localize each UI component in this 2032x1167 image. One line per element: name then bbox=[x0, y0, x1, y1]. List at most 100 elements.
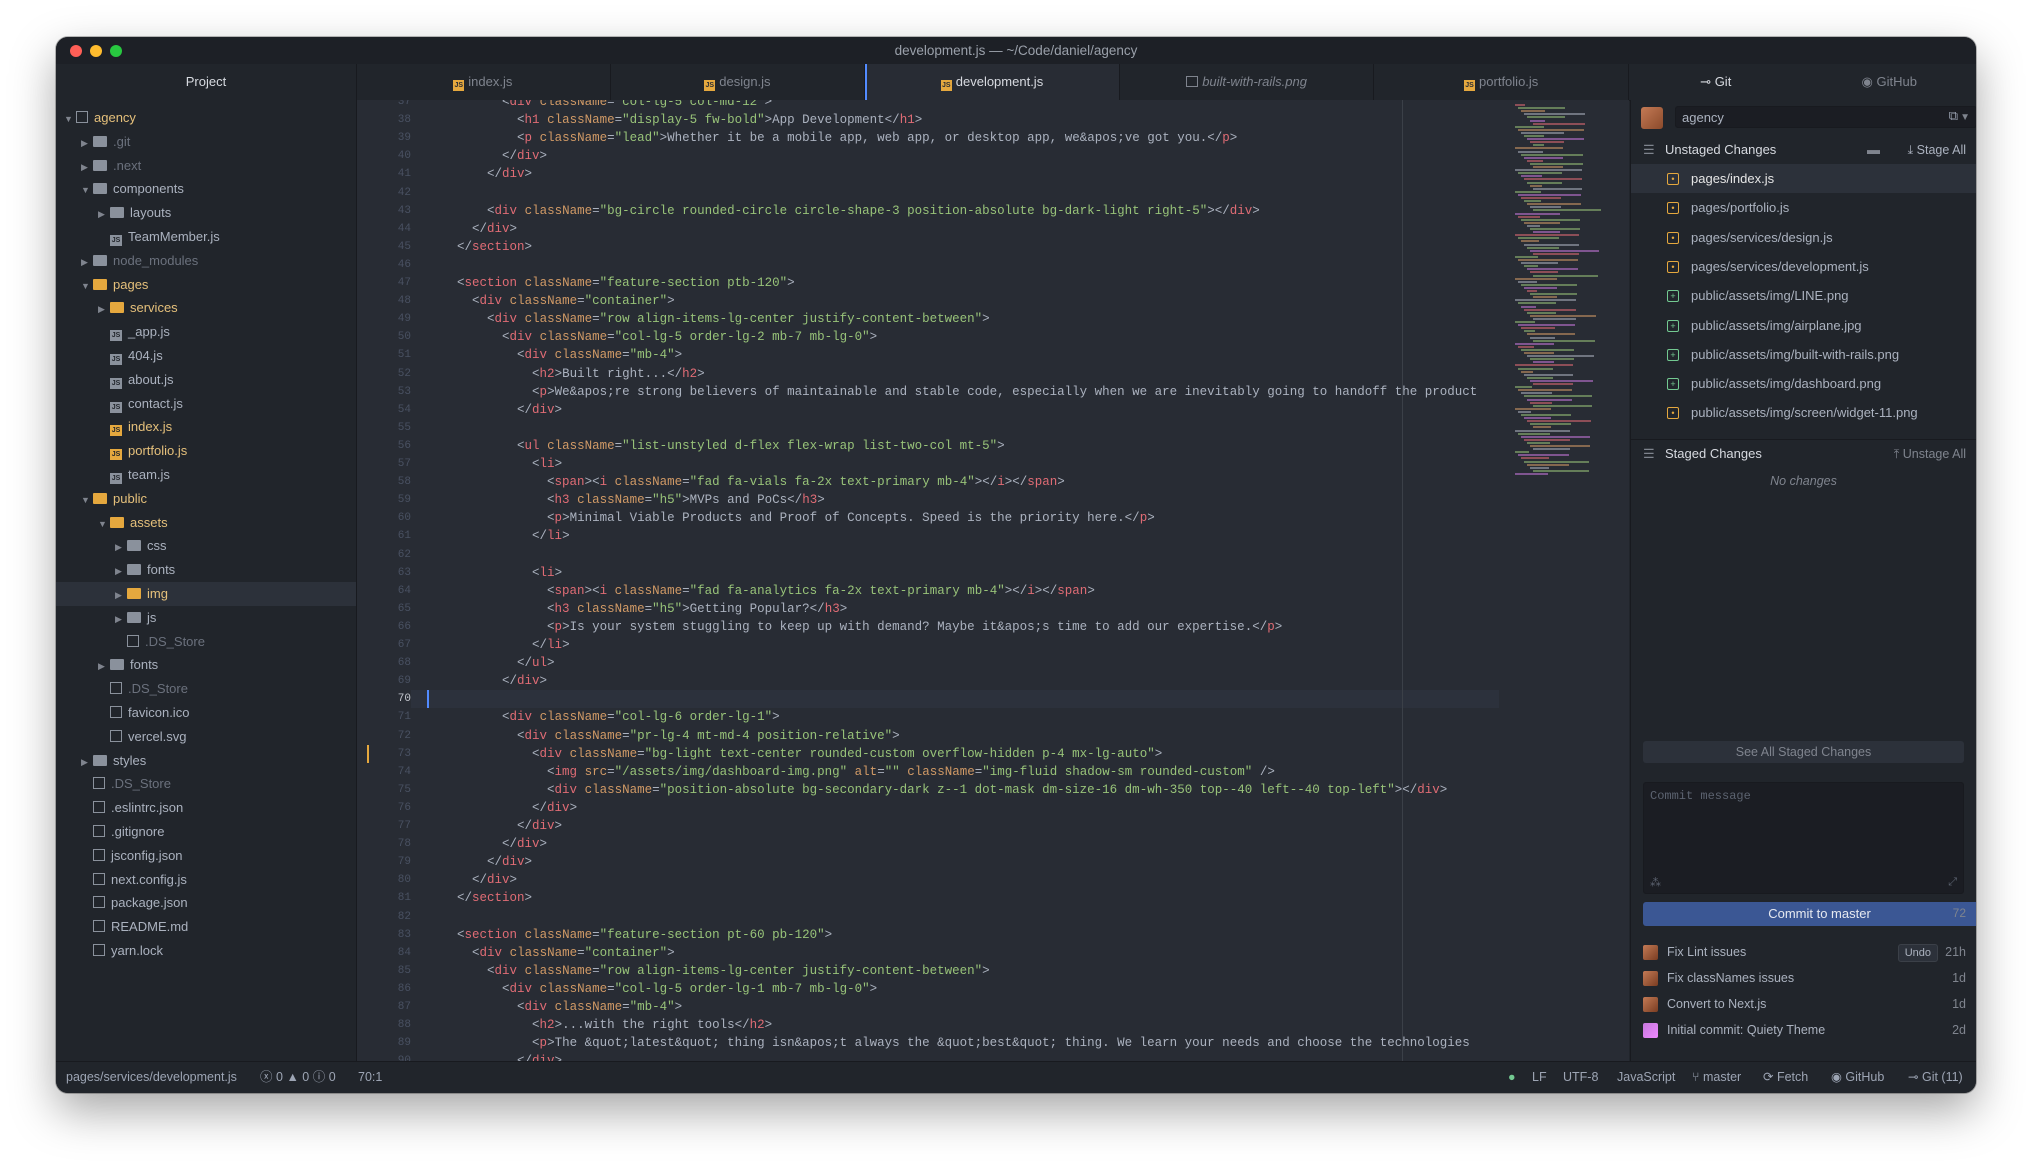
close-window-button[interactable] bbox=[70, 45, 82, 57]
co-author-icon[interactable]: ⁂ bbox=[1650, 876, 1661, 889]
tree-item[interactable]: ▶ css bbox=[56, 534, 356, 558]
line-number[interactable]: 56 bbox=[371, 437, 411, 455]
code-line[interactable]: <section className="feature-section ptb-… bbox=[427, 274, 795, 292]
tree-item[interactable]: ▼ pages bbox=[56, 273, 356, 297]
unstage-all-button[interactable]: ⤒ Unstage All bbox=[1894, 440, 1966, 468]
tree-item[interactable]: JS about.js bbox=[56, 368, 356, 392]
branch-selector[interactable]: ⑂ master bbox=[1692, 1062, 1741, 1093]
line-number[interactable]: 80 bbox=[371, 871, 411, 889]
line-number[interactable]: 41 bbox=[371, 165, 411, 183]
tree-item[interactable]: .DS_Store bbox=[56, 677, 356, 701]
line-number[interactable]: 46 bbox=[371, 256, 411, 274]
tree-item[interactable]: ▼ components bbox=[56, 177, 356, 201]
chevron-down-icon[interactable]: ▼ bbox=[81, 274, 93, 298]
code-line[interactable]: </li> bbox=[427, 636, 570, 654]
line-number[interactable]: 58 bbox=[371, 473, 411, 491]
code-line[interactable]: <div className="row align-items-lg-cente… bbox=[427, 962, 990, 980]
tree-item[interactable]: ▶ fonts bbox=[56, 653, 356, 677]
tree-item[interactable]: ▼ assets bbox=[56, 511, 356, 535]
tree-item[interactable]: ▶ img bbox=[56, 582, 356, 606]
line-number[interactable]: 75 bbox=[371, 781, 411, 799]
tab-development-js[interactable]: JS development.js bbox=[865, 64, 1120, 100]
code-line[interactable]: </section> bbox=[427, 238, 532, 256]
tree-item[interactable]: ▼ agency bbox=[56, 106, 356, 130]
tree-item[interactable]: ▶ node_modules bbox=[56, 249, 356, 273]
code-line[interactable]: <h1 className="display-5 fw-bold">App De… bbox=[427, 111, 922, 129]
code-line[interactable]: </section> bbox=[427, 889, 532, 907]
code-line[interactable]: <div className="container"> bbox=[427, 292, 675, 310]
tree-item[interactable]: ▶ fonts bbox=[56, 558, 356, 582]
code-line[interactable]: <img src="/assets/img/dashboard-img.png"… bbox=[427, 763, 1275, 781]
undo-commit-button[interactable]: Undo bbox=[1897, 944, 1938, 962]
code-line[interactable]: </div> bbox=[427, 672, 547, 690]
code-line[interactable]: <div className="col-lg-5 col-md-12"> bbox=[427, 100, 772, 111]
list-icon[interactable]: ☰ bbox=[1643, 440, 1655, 468]
code-line[interactable]: </div> bbox=[427, 220, 517, 238]
project-panel-title[interactable]: Project bbox=[56, 64, 357, 100]
line-number[interactable]: 82 bbox=[371, 908, 411, 926]
unstaged-file[interactable]: + public/assets/img/LINE.png bbox=[1631, 281, 1976, 310]
unstaged-file[interactable]: + public/assets/img/airplane.jpg bbox=[1631, 311, 1976, 340]
code-line[interactable]: </ul> bbox=[427, 654, 555, 672]
tree-item[interactable]: ▶ .git bbox=[56, 130, 356, 154]
tree-item[interactable]: .DS_Store bbox=[56, 630, 356, 654]
line-number[interactable]: 60 bbox=[371, 509, 411, 527]
zoom-window-button[interactable] bbox=[110, 45, 122, 57]
diagnostics[interactable]: ⓧ 0 ▲ 0 ⓘ 0 bbox=[260, 1062, 336, 1093]
code-area[interactable]: <div className="col-lg-5 col-md-12"> <h1… bbox=[427, 100, 1499, 1062]
line-number[interactable]: 81 bbox=[371, 889, 411, 907]
code-line[interactable]: <div className="bg-light text-center rou… bbox=[427, 745, 1162, 763]
line-number[interactable]: 44 bbox=[371, 220, 411, 238]
unstaged-file[interactable]: + public/assets/img/built-with-rails.png bbox=[1631, 340, 1976, 369]
unstaged-file[interactable]: • pages/services/design.js bbox=[1631, 223, 1976, 252]
line-number[interactable]: 89 bbox=[371, 1034, 411, 1052]
fetch-button[interactable]: ⟳ Fetch bbox=[1763, 1062, 1808, 1093]
line-number[interactable]: 77 bbox=[371, 817, 411, 835]
line-number[interactable]: 88 bbox=[371, 1016, 411, 1034]
list-icon[interactable]: ☰ bbox=[1643, 136, 1655, 164]
line-number[interactable]: 73 bbox=[371, 745, 411, 763]
line-number[interactable]: 54 bbox=[371, 401, 411, 419]
tree-item[interactable]: JS 404.js bbox=[56, 344, 356, 368]
line-number[interactable]: 52 bbox=[371, 365, 411, 383]
line-number[interactable]: 59 bbox=[371, 491, 411, 509]
tree-item[interactable]: ▶ styles bbox=[56, 749, 356, 773]
commit-history-item[interactable]: Fix Lint issues 21h Undo bbox=[1631, 939, 1976, 965]
code-line[interactable]: <div className="row align-items-lg-cente… bbox=[427, 310, 990, 328]
unstaged-file[interactable]: • pages/index.js bbox=[1631, 164, 1976, 193]
line-number[interactable]: 49 bbox=[371, 310, 411, 328]
code-line[interactable]: <div className="pr-lg-4 mt-md-4 position… bbox=[427, 727, 900, 745]
line-number[interactable]: 61 bbox=[371, 527, 411, 545]
tree-item[interactable]: ▶ .next bbox=[56, 154, 356, 178]
line-number[interactable]: 83 bbox=[371, 926, 411, 944]
cursor-position[interactable]: 70:1 bbox=[358, 1062, 382, 1093]
line-number[interactable]: 57 bbox=[371, 455, 411, 473]
tree-item[interactable]: JS index.js bbox=[56, 415, 356, 439]
tree-item[interactable]: package.json bbox=[56, 891, 356, 915]
line-number[interactable]: 74 bbox=[371, 763, 411, 781]
tree-item[interactable]: yarn.lock bbox=[56, 939, 356, 963]
line-number[interactable]: 43 bbox=[371, 202, 411, 220]
code-line[interactable]: <div className="col-lg-5 order-lg-1 mb-7… bbox=[427, 980, 877, 998]
panel-tab-git[interactable]: ⊸ Git bbox=[1629, 64, 1803, 100]
code-line[interactable]: <h2>...with the right tools</h2> bbox=[427, 1016, 772, 1034]
chevron-right-icon[interactable]: ▶ bbox=[115, 583, 127, 607]
tree-item[interactable]: JS contact.js bbox=[56, 392, 356, 416]
tree-item[interactable]: JS TeamMember.js bbox=[56, 225, 356, 249]
tree-item[interactable]: .gitignore bbox=[56, 820, 356, 844]
code-line[interactable]: <li> bbox=[427, 455, 562, 473]
chevron-right-icon[interactable]: ▶ bbox=[115, 607, 127, 631]
line-number[interactable]: 47 bbox=[371, 274, 411, 292]
tab-design-js[interactable]: JS design.js bbox=[611, 64, 866, 100]
tree-item[interactable]: JS portfolio.js bbox=[56, 439, 356, 463]
commit-button[interactable]: Commit to master bbox=[1643, 902, 1976, 926]
line-number-gutter[interactable]: 37 38 39 40 41 42 43 44 45 46 47 48 49 50 51 52 53 54 55 56… bbox=[357, 100, 411, 1062]
commit-message-input[interactable]: Commit message ⁂ ⤢ bbox=[1643, 782, 1964, 894]
tab-index-js[interactable]: JS index.js bbox=[356, 64, 611, 100]
code-line[interactable]: </div> bbox=[427, 817, 562, 835]
file-encoding[interactable]: UTF-8 bbox=[1563, 1062, 1598, 1093]
line-number[interactable]: 55 bbox=[371, 419, 411, 437]
code-line[interactable]: <section className="feature-section pt-6… bbox=[427, 926, 832, 944]
code-line[interactable]: <span><i className="fad fa-analytics fa-… bbox=[427, 582, 1095, 600]
commit-history-item[interactable]: Initial commit: Quiety Theme 2d bbox=[1631, 1017, 1976, 1043]
